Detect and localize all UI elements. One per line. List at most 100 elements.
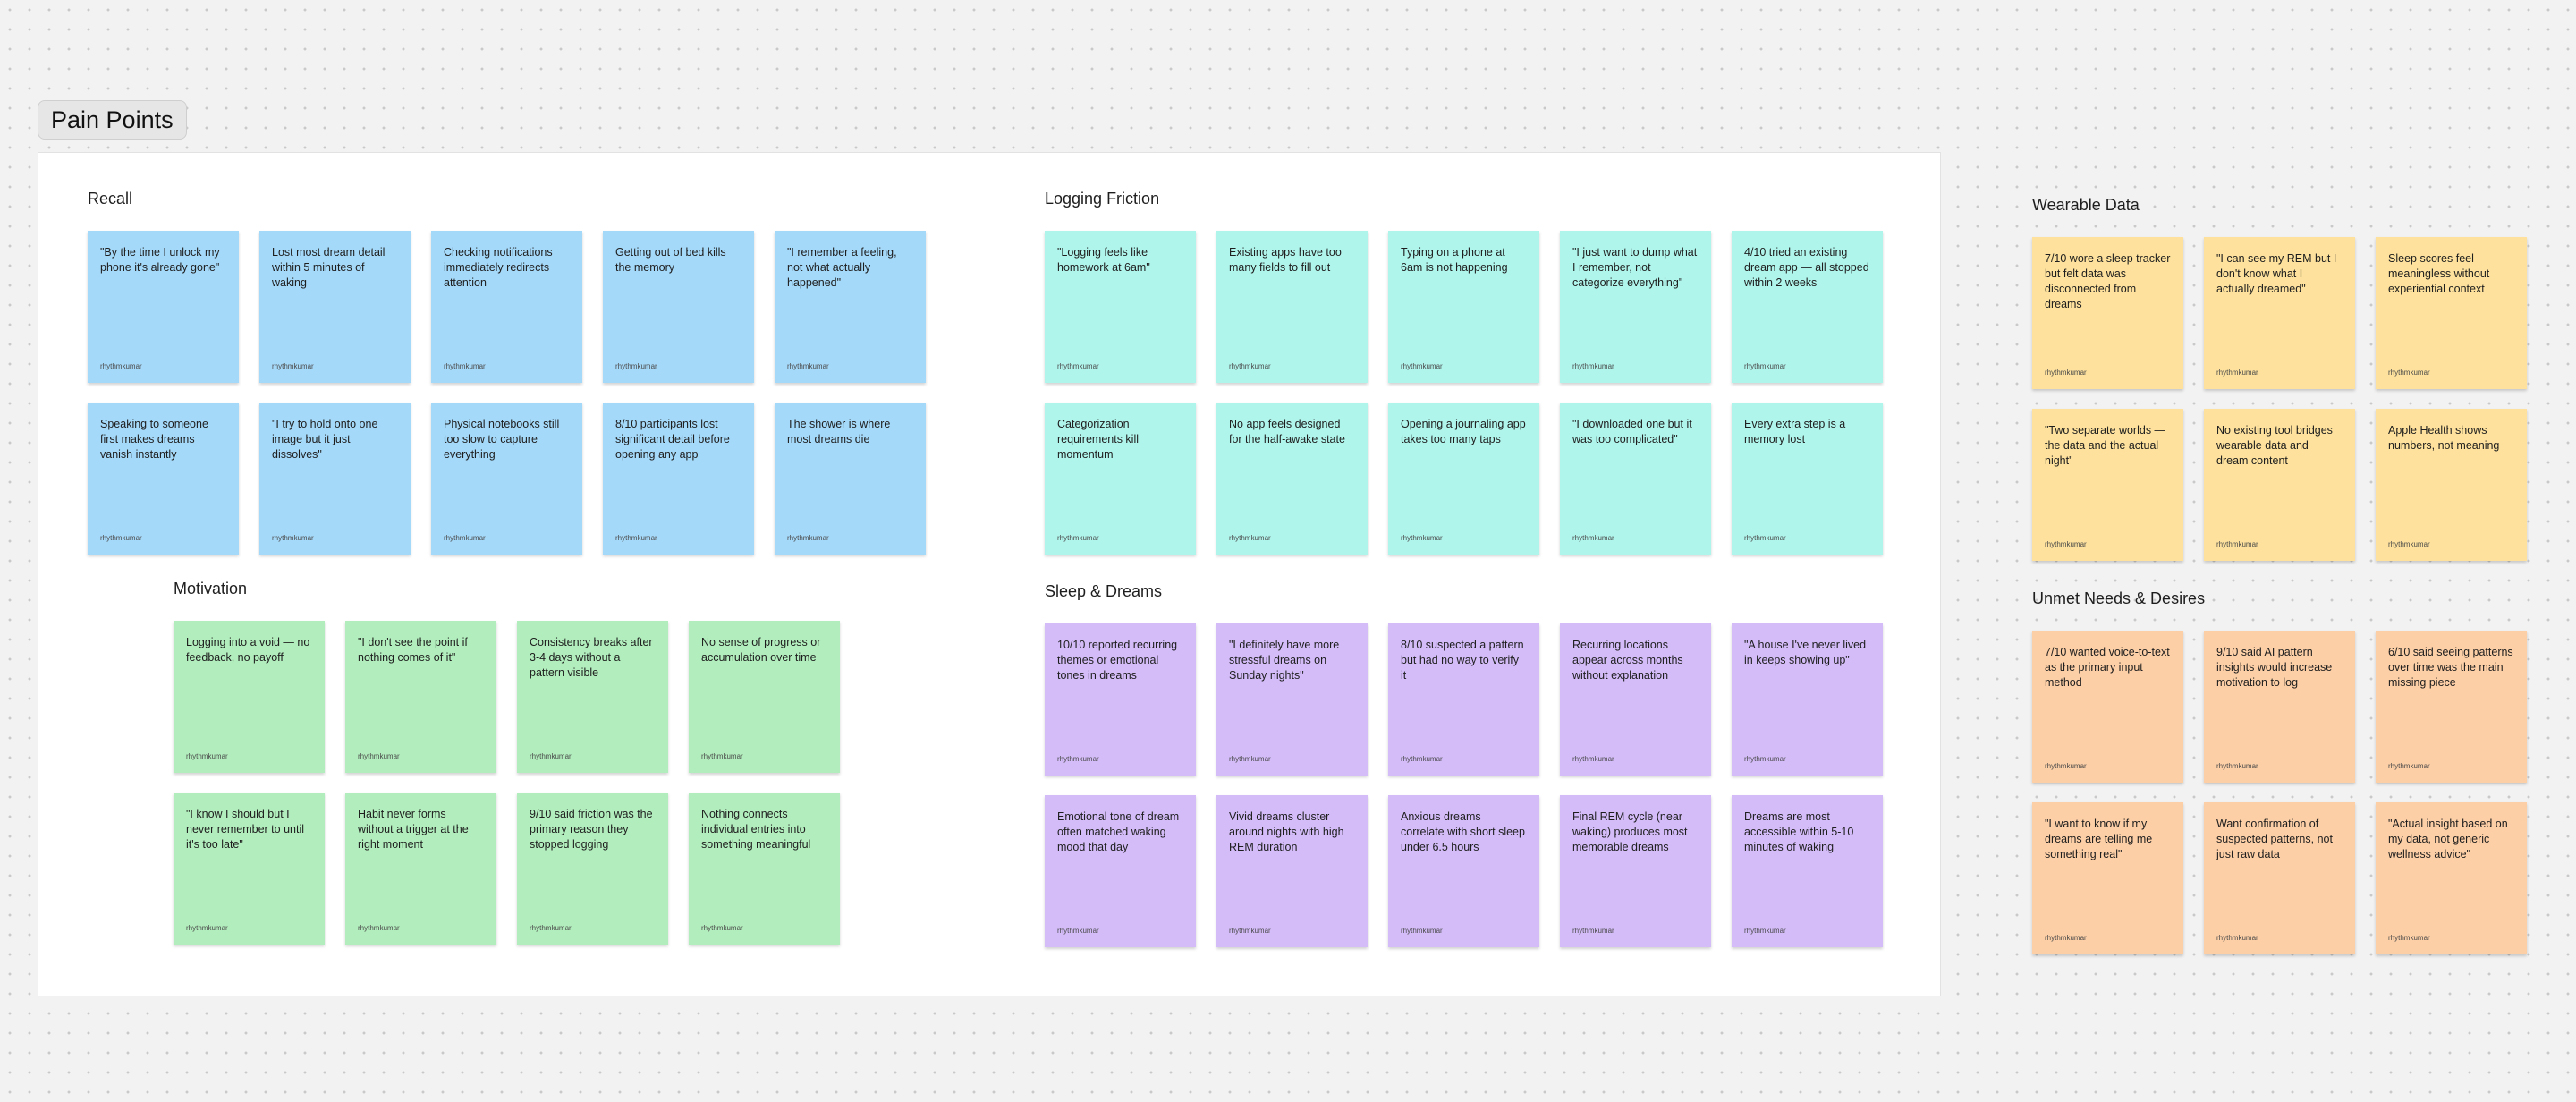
sticky-note[interactable]: 7/10 wanted voice-to-text as the primary… bbox=[2032, 631, 2183, 783]
sticky-note[interactable]: No app feels designed for the half-awake… bbox=[1216, 403, 1368, 555]
sticky-note[interactable]: Apple Health shows numbers, not meaning r… bbox=[2376, 409, 2527, 561]
sticky-note-text: Nothing connects individual entries into… bbox=[701, 808, 811, 851]
sticky-note-text: Dreams are most accessible within 5-10 m… bbox=[1744, 810, 1854, 853]
sticky-note[interactable]: "By the time I unlock my phone it's alre… bbox=[88, 231, 239, 383]
sticky-note[interactable]: Logging into a void — no feedback, no pa… bbox=[174, 621, 325, 773]
sticky-note[interactable]: Checking notifications immediately redir… bbox=[431, 231, 582, 383]
sticky-note[interactable]: Want confirmation of suspected patterns,… bbox=[2204, 802, 2355, 954]
section-title: Wearable Data bbox=[2032, 196, 2140, 214]
sticky-note[interactable]: Physical notebooks still too slow to cap… bbox=[431, 403, 582, 555]
note-grid: 7/10 wanted voice-to-text as the primary… bbox=[2032, 631, 2527, 954]
sticky-note[interactable]: No sense of progress or accumulation ove… bbox=[689, 621, 840, 773]
sticky-note-author: rhythmkumar bbox=[701, 924, 743, 932]
sticky-note-author: rhythmkumar bbox=[2388, 934, 2430, 942]
sticky-note[interactable]: Lost most dream detail within 5 minutes … bbox=[259, 231, 411, 383]
sticky-note-author: rhythmkumar bbox=[2216, 540, 2258, 548]
sticky-note-author: rhythmkumar bbox=[186, 752, 228, 760]
sticky-note[interactable]: 7/10 wore a sleep tracker but felt data … bbox=[2032, 237, 2183, 389]
frame-title[interactable]: Pain Points bbox=[38, 100, 187, 140]
sticky-note-text: "I downloaded one but it was too complic… bbox=[1572, 418, 1692, 445]
sticky-note[interactable]: "I just want to dump what I remember, no… bbox=[1560, 231, 1711, 383]
sticky-note-text: 7/10 wanted voice-to-text as the primary… bbox=[2045, 646, 2170, 689]
sticky-note-author: rhythmkumar bbox=[787, 534, 829, 542]
sticky-note-text: No app feels designed for the half-awake… bbox=[1229, 418, 1345, 445]
sticky-note-text: 4/10 tried an existing dream app — all s… bbox=[1744, 246, 1869, 289]
sticky-note[interactable]: Categorization requirements kill momentu… bbox=[1045, 403, 1196, 555]
sticky-note-text: "I know I should but I never remember to… bbox=[186, 808, 305, 851]
sticky-note-author: rhythmkumar bbox=[444, 362, 486, 370]
sticky-note[interactable]: 9/10 said AI pattern insights would incr… bbox=[2204, 631, 2355, 783]
sticky-note[interactable]: Getting out of bed kills the memory rhyth… bbox=[603, 231, 754, 383]
sticky-note[interactable]: The shower is where most dreams die rhyth… bbox=[775, 403, 926, 555]
sticky-note[interactable]: 6/10 said seeing patterns over time was … bbox=[2376, 631, 2527, 783]
sticky-note[interactable]: "I don't see the point if nothing comes … bbox=[345, 621, 496, 773]
sticky-note[interactable]: "Actual insight based on my data, not ge… bbox=[2376, 802, 2527, 954]
sticky-note[interactable]: Final REM cycle (near waking) produces m… bbox=[1560, 795, 1711, 947]
sticky-note[interactable]: "I downloaded one but it was too complic… bbox=[1560, 403, 1711, 555]
sticky-note-text: Sleep scores feel meaningless without ex… bbox=[2388, 252, 2490, 295]
sticky-note[interactable]: Anxious dreams correlate with short slee… bbox=[1388, 795, 1539, 947]
sticky-note-text: "Logging feels like homework at 6am" bbox=[1057, 246, 1150, 274]
sticky-note-author: rhythmkumar bbox=[2045, 369, 2087, 377]
sticky-note-text: Getting out of bed kills the memory bbox=[615, 246, 726, 274]
sticky-note-author: rhythmkumar bbox=[2045, 540, 2087, 548]
sticky-note[interactable]: Emotional tone of dream often matched wa… bbox=[1045, 795, 1196, 947]
sticky-note-text: Opening a journaling app takes too many … bbox=[1401, 418, 1526, 445]
sticky-note-author: rhythmkumar bbox=[1057, 362, 1099, 370]
sticky-note-text: Checking notifications immediately redir… bbox=[444, 246, 553, 289]
sticky-note[interactable]: Every extra step is a memory lost rhythmk… bbox=[1732, 403, 1883, 555]
note-grid: "Logging feels like homework at 6am" rhyt… bbox=[1045, 231, 1883, 555]
note-grid: "By the time I unlock my phone it's alre… bbox=[88, 231, 926, 555]
sticky-note[interactable]: "A house I've never lived in keeps showi… bbox=[1732, 623, 1883, 776]
sticky-note[interactable]: "Logging feels like homework at 6am" rhyt… bbox=[1045, 231, 1196, 383]
sticky-note-author: rhythmkumar bbox=[1401, 534, 1443, 542]
sticky-note[interactable]: 4/10 tried an existing dream app — all s… bbox=[1732, 231, 1883, 383]
sticky-note[interactable]: 10/10 reported recurring themes or emoti… bbox=[1045, 623, 1196, 776]
sticky-note[interactable]: "I want to know if my dreams are telling… bbox=[2032, 802, 2183, 954]
sticky-note-author: rhythmkumar bbox=[100, 362, 142, 370]
sticky-note-author: rhythmkumar bbox=[1401, 755, 1443, 763]
sticky-note-text: 6/10 said seeing patterns over time was … bbox=[2388, 646, 2513, 689]
sticky-note[interactable]: Dreams are most accessible within 5-10 m… bbox=[1732, 795, 1883, 947]
sticky-note-author: rhythmkumar bbox=[358, 924, 400, 932]
sticky-note-text: Apple Health shows numbers, not meaning bbox=[2388, 424, 2500, 452]
section-title: Unmet Needs & Desires bbox=[2032, 589, 2206, 607]
sticky-note[interactable]: Typing on a phone at 6am is not happenin… bbox=[1388, 231, 1539, 383]
sticky-note-text: "I want to know if my dreams are telling… bbox=[2045, 818, 2153, 860]
sticky-note[interactable]: "I can see my REM but I don't know what … bbox=[2204, 237, 2355, 389]
section-title: Sleep & Dreams bbox=[1045, 582, 1163, 600]
note-grid: Logging into a void — no feedback, no pa… bbox=[174, 621, 840, 945]
sticky-note-author: rhythmkumar bbox=[530, 924, 572, 932]
sticky-note[interactable]: Existing apps have too many fields to fi… bbox=[1216, 231, 1368, 383]
sticky-note-author: rhythmkumar bbox=[2216, 934, 2258, 942]
sticky-note[interactable]: Habit never forms without a trigger at t… bbox=[345, 793, 496, 945]
sticky-note[interactable]: "Two separate worlds — the data and the … bbox=[2032, 409, 2183, 561]
sticky-note[interactable]: "I know I should but I never remember to… bbox=[174, 793, 325, 945]
sticky-note-text: Typing on a phone at 6am is not happenin… bbox=[1401, 246, 1508, 274]
sticky-note-author: rhythmkumar bbox=[530, 752, 572, 760]
sticky-note[interactable]: Consistency breaks after 3-4 days withou… bbox=[517, 621, 668, 773]
sticky-note[interactable]: Opening a journaling app takes too many … bbox=[1388, 403, 1539, 555]
sticky-note[interactable]: Recurring locations appear across months… bbox=[1560, 623, 1711, 776]
sticky-note-author: rhythmkumar bbox=[2045, 934, 2087, 942]
sticky-note-author: rhythmkumar bbox=[1401, 927, 1443, 935]
sticky-note-text: Every extra step is a memory lost bbox=[1744, 418, 1846, 445]
sticky-note[interactable]: "I try to hold onto one image but it jus… bbox=[259, 403, 411, 555]
sticky-note-text: 10/10 reported recurring themes or emoti… bbox=[1057, 639, 1178, 682]
sticky-note[interactable]: 9/10 said friction was the primary reaso… bbox=[517, 793, 668, 945]
sticky-note-text: 9/10 said friction was the primary reaso… bbox=[530, 808, 653, 851]
sticky-note[interactable]: Speaking to someone first makes dreams v… bbox=[88, 403, 239, 555]
sticky-note[interactable]: "I definitely have more stressful dreams… bbox=[1216, 623, 1368, 776]
sticky-note-author: rhythmkumar bbox=[1744, 534, 1786, 542]
sticky-note[interactable]: 8/10 suspected a pattern but had no way … bbox=[1388, 623, 1539, 776]
sticky-note[interactable]: 8/10 participants lost significant detai… bbox=[603, 403, 754, 555]
sticky-note[interactable]: No existing tool bridges wearable data a… bbox=[2204, 409, 2355, 561]
sticky-note-author: rhythmkumar bbox=[1744, 362, 1786, 370]
sticky-note-text: 7/10 wore a sleep tracker but felt data … bbox=[2045, 252, 2171, 310]
sticky-note[interactable]: Sleep scores feel meaningless without ex… bbox=[2376, 237, 2527, 389]
sticky-note-text: "I don't see the point if nothing comes … bbox=[358, 636, 468, 664]
sticky-note[interactable]: Vivid dreams cluster around nights with … bbox=[1216, 795, 1368, 947]
sticky-note-text: "I can see my REM but I don't know what … bbox=[2216, 252, 2337, 295]
sticky-note[interactable]: Nothing connects individual entries into… bbox=[689, 793, 840, 945]
sticky-note[interactable]: "I remember a feeling, not what actually… bbox=[775, 231, 926, 383]
